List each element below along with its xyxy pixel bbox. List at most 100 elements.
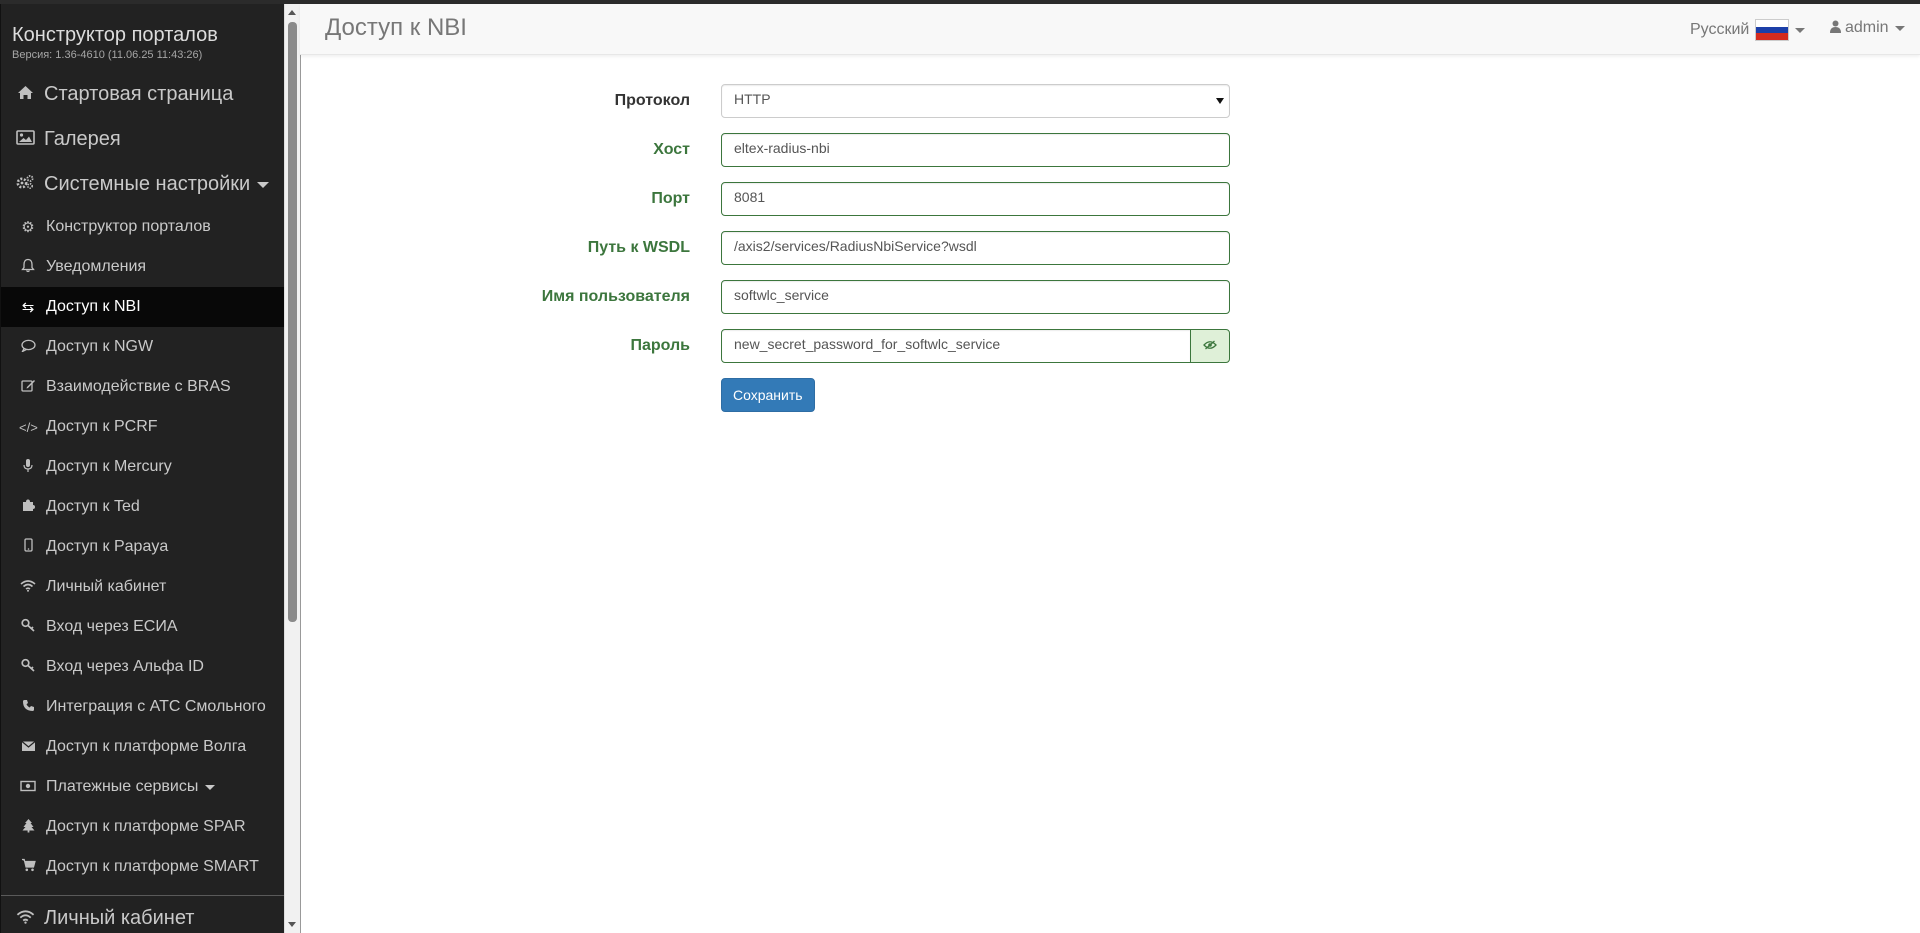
sidebar-item-label: Доступ к Papaya bbox=[46, 538, 169, 555]
exchange-icon: ⇆ bbox=[21, 299, 35, 316]
user-icon bbox=[1830, 20, 1841, 36]
bell-icon bbox=[19, 258, 37, 277]
protocol-select[interactable]: HTTP bbox=[721, 84, 1230, 118]
microphone-icon bbox=[19, 458, 37, 477]
sidebar-item-ted[interactable]: Доступ к Ted bbox=[1, 487, 285, 527]
host-row: Хост eltex-radius-nbi bbox=[300, 133, 1260, 167]
brand: Конструктор порталов Версия: 1.36-4610 (… bbox=[12, 23, 218, 61]
sidebar-item-pcrf[interactable]: </> Доступ к PCRF bbox=[1, 407, 285, 447]
host-label: Хост bbox=[653, 141, 690, 158]
sidebar-item-label: Доступ к Mercury bbox=[46, 458, 172, 475]
save-button[interactable]: Сохранить bbox=[721, 378, 815, 412]
chevron-down-icon bbox=[1894, 25, 1905, 31]
sidebar-item-notifications[interactable]: Уведомления bbox=[1, 247, 285, 287]
sidebar-item-personal-cabinet[interactable]: Личный кабинет bbox=[1, 567, 285, 607]
wsdl-label: Путь к WSDL bbox=[587, 239, 690, 256]
sidebar: Конструктор порталов Версия: 1.36-4610 (… bbox=[0, 4, 285, 933]
chevron-down-icon bbox=[1795, 27, 1806, 33]
sidebar-item-label: Доступ к NGW bbox=[46, 338, 154, 355]
sidebar-item-smolny-ats[interactable]: Интеграция с АТС Смольного bbox=[1, 687, 285, 727]
sidebar-item-mercury[interactable]: Доступ к Mercury bbox=[1, 447, 285, 487]
russian-flag-icon bbox=[1755, 19, 1790, 41]
sidebar-item-system-settings[interactable]: Системные настройки bbox=[1, 162, 285, 207]
actions-row: Сохранить bbox=[300, 378, 1260, 412]
sidebar-item-label: Личный кабинет bbox=[44, 907, 195, 929]
sidebar-scrollbar[interactable] bbox=[284, 4, 301, 933]
chevron-down-icon bbox=[1216, 98, 1224, 104]
protocol-selected-value: HTTP bbox=[734, 91, 771, 107]
wifi-icon bbox=[14, 908, 36, 929]
protocol-label: Протокол bbox=[614, 92, 690, 109]
sidebar-item-portal-constructor[interactable]: ⚙ Конструктор порталов bbox=[1, 207, 285, 247]
sidebar-item-bras[interactable]: Взаимодействие с BRAS bbox=[1, 367, 285, 407]
username-label: Имя пользователя bbox=[541, 288, 690, 305]
sidebar-item-label: Уведомления bbox=[46, 258, 147, 275]
scroll-down-arrow-icon[interactable] bbox=[288, 922, 296, 927]
app-title: Конструктор порталов bbox=[12, 24, 218, 46]
sidebar-item-label: Доступ к платформе Волга bbox=[46, 738, 247, 755]
sidebar-item-start-page[interactable]: Стартовая страница bbox=[1, 72, 285, 117]
sidebar-item-label: Доступ к NBI bbox=[46, 298, 141, 315]
port-row: Порт 8081 bbox=[300, 182, 1260, 216]
sidebar-item-personal-cabinet-main[interactable]: Личный кабинет bbox=[1, 896, 285, 933]
protocol-row: Протокол HTTP bbox=[300, 84, 1260, 118]
gear-icon: ⚙ bbox=[21, 219, 35, 236]
sidebar-item-ngw-access[interactable]: Доступ к NGW bbox=[1, 327, 285, 367]
cogs-icon bbox=[14, 174, 36, 195]
sidebar-item-label: Вход через ЕСИА bbox=[46, 618, 178, 635]
password-input[interactable]: new_secret_password_for_softwlc_service bbox=[721, 329, 1191, 363]
user-dropdown[interactable]: admin bbox=[1830, 19, 1905, 37]
sidebar-item-label: Доступ к платформе SMART bbox=[46, 858, 259, 875]
show-password-button[interactable] bbox=[1190, 329, 1230, 363]
tree-icon bbox=[19, 818, 37, 837]
cart-icon bbox=[19, 858, 37, 876]
phone-icon bbox=[19, 699, 37, 716]
sidebar-item-label: Доступ к PCRF bbox=[46, 418, 158, 435]
password-row: Пароль new_secret_password_for_softwlc_s… bbox=[300, 329, 1260, 363]
sidebar-item-smart-platform[interactable]: Доступ к платформе SMART bbox=[1, 847, 285, 887]
sidebar-item-label: Платежные сервисы bbox=[46, 778, 199, 795]
sidebar-item-nbi-access[interactable]: ⇆ Доступ к NBI bbox=[1, 287, 285, 327]
mobile-icon bbox=[19, 538, 37, 556]
port-label: Порт bbox=[651, 190, 690, 207]
sidebar-item-papaya[interactable]: Доступ к Papaya bbox=[1, 527, 285, 567]
username-label: admin bbox=[1845, 19, 1889, 36]
sidebar-item-gallery[interactable]: Галерея bbox=[1, 117, 285, 162]
home-icon bbox=[14, 84, 36, 105]
sidebar-item-label: Доступ к Ted bbox=[46, 498, 140, 515]
sidebar-item-label: Вход через Альфа ID bbox=[46, 658, 204, 675]
image-icon bbox=[14, 129, 36, 150]
sidebar-item-esia-login[interactable]: Вход через ЕСИА bbox=[1, 607, 285, 647]
sidebar-item-label: Личный кабинет bbox=[46, 578, 167, 595]
sidebar-item-alfa-id-login[interactable]: Вход через Альфа ID bbox=[1, 647, 285, 687]
puzzle-icon bbox=[19, 498, 37, 516]
language-dropdown[interactable]: Русский bbox=[1690, 19, 1806, 41]
sidebar-item-payment-services[interactable]: Платежные сервисы bbox=[1, 767, 285, 807]
eye-slash-icon bbox=[1203, 337, 1217, 355]
host-input[interactable]: eltex-radius-nbi bbox=[721, 133, 1230, 167]
sidebar-item-label: Интеграция с АТС Смольного bbox=[46, 698, 266, 715]
sidebar-item-label: Взаимодействие с BRAS bbox=[46, 378, 231, 395]
money-icon bbox=[19, 779, 37, 796]
password-label: Пароль bbox=[630, 337, 690, 354]
page-title: Доступ к NBI bbox=[325, 14, 467, 41]
sidebar-item-label: Системные настройки bbox=[44, 173, 251, 195]
sidebar-item-volga-platform[interactable]: Доступ к платформе Волга bbox=[1, 727, 285, 767]
sidebar-item-label: Галерея bbox=[44, 128, 121, 150]
username-input[interactable]: softwlc_service bbox=[721, 280, 1230, 314]
wsdl-row: Путь к WSDL /axis2/services/RadiusNbiSer… bbox=[300, 231, 1260, 265]
sidebar-item-label: Доступ к платформе SPAR bbox=[46, 818, 246, 835]
comment-icon bbox=[19, 339, 37, 356]
key-icon bbox=[19, 658, 37, 676]
sidebar-item-spar-platform[interactable]: Доступ к платформе SPAR bbox=[1, 807, 285, 847]
port-input[interactable]: 8081 bbox=[721, 182, 1230, 216]
envelope-icon bbox=[19, 739, 37, 756]
scrollbar-thumb[interactable] bbox=[288, 22, 297, 622]
scroll-up-arrow-icon[interactable] bbox=[288, 10, 296, 15]
app-version: Версия: 1.36-4610 (11.06.25 11:43:26) bbox=[12, 49, 203, 61]
wsdl-path-input[interactable]: /axis2/services/RadiusNbiService?wsdl bbox=[721, 231, 1230, 265]
sidebar-nav: Стартовая страница Галерея Системные нас… bbox=[1, 72, 285, 933]
chevron-down-icon bbox=[257, 181, 270, 188]
sidebar-item-label: Стартовая страница bbox=[44, 83, 234, 105]
edit-icon bbox=[19, 378, 37, 396]
